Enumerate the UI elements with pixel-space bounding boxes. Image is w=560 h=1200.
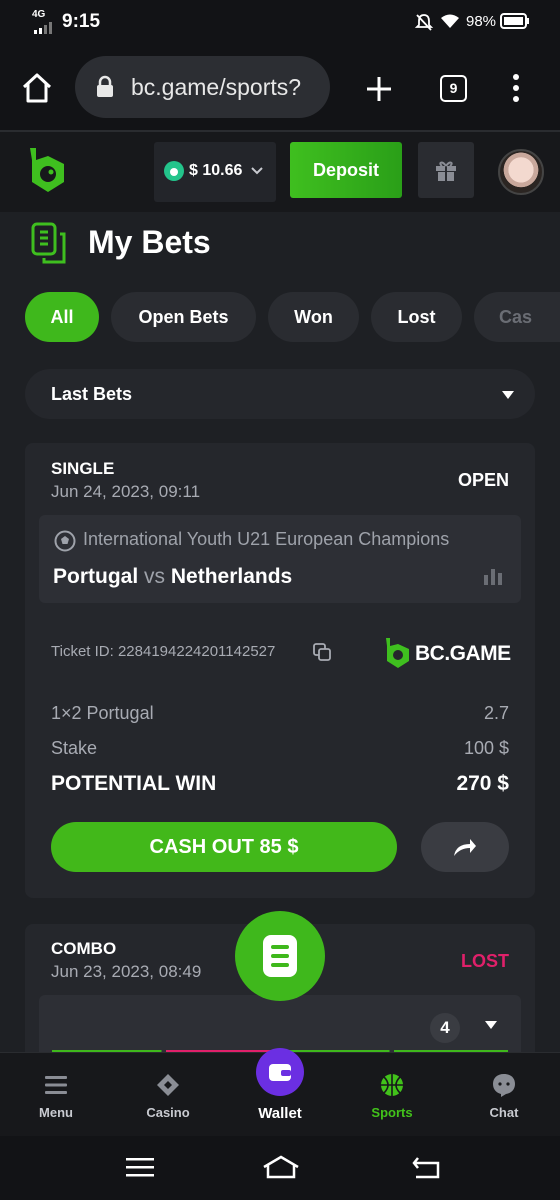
filter-cashout[interactable]: Cas [474,292,560,342]
system-navigation-bar [0,1136,560,1200]
battery-percent: 98% [466,13,497,30]
odds: 2.7 [483,703,509,723]
selection: 1×2 Portugal [51,703,154,723]
copy-icon[interactable] [312,642,332,662]
gift-icon [436,161,456,181]
deposit-button[interactable]: Deposit [290,142,402,198]
system-home-icon[interactable] [262,1154,300,1180]
menu-icon [45,1076,67,1094]
lock-icon [97,75,113,97]
versus-label: vs [144,565,171,588]
nav-casino[interactable]: Casino [112,1053,224,1137]
event-box[interactable]: International Youth U21 European Champio… [39,515,521,603]
battery-icon [500,13,529,29]
clock: 9:15 [62,11,101,32]
nav-wallet-label: Wallet [258,1105,302,1122]
wallet-icon [269,1064,291,1081]
status-bar: 4G 9:15 98% [0,0,560,44]
bet-type: COMBO [51,939,117,958]
legs-count-badge: 4 [430,1013,460,1043]
soccer-ball-icon [54,530,76,552]
home-icon[interactable] [20,71,54,105]
filter-all[interactable]: All [25,292,99,342]
user-avatar[interactable] [498,149,544,195]
app-header: $ 10.66 Deposit [0,132,560,212]
bet-date: Jun 23, 2023, 08:49 [51,962,202,981]
away-team: Netherlands [170,565,293,588]
stake-amount: 100 $ [463,738,509,758]
nav-menu-label: Menu [39,1105,73,1120]
bc-game-logo[interactable] [26,146,68,194]
bet-status: OPEN [457,470,509,490]
stake-label: Stake [51,738,98,758]
nav-chat-label: Chat [489,1105,519,1120]
tab-switcher-button[interactable]: 9 [440,75,467,102]
bet-status: LOST [461,951,509,971]
coin-icon [164,161,184,181]
signal-icon [34,22,52,34]
nav-sports-label: Sports [371,1105,413,1120]
share-arrow-icon [454,839,476,856]
wifi-icon [441,14,459,28]
new-tab-icon[interactable] [364,74,394,104]
more-menu-icon[interactable] [508,72,524,104]
bet-card: SINGLE Jun 24, 2023, 09:11 OPEN Internat… [25,443,535,898]
recent-apps-icon[interactable] [126,1156,154,1178]
nav-sports[interactable]: Sports [336,1053,448,1137]
sports-ball-icon [381,1074,403,1096]
bet-slip-button[interactable] [235,911,325,1001]
balance-selector[interactable]: $ 10.66 [154,142,276,202]
potential-win-amount: 270 $ [456,772,509,795]
browser-toolbar: bc.game/sports? 9 [0,44,560,132]
screen: { "status_bar": { "time": "9:15", "netwo… [0,0,560,1200]
bc-game-brand-icon [386,638,409,668]
bet-type: SINGLE [51,459,115,478]
match-teams: Portugal vs Netherlands [53,565,292,589]
wallet-button[interactable] [256,1048,304,1096]
address-bar[interactable]: bc.game/sports? [75,56,330,118]
filter-lost[interactable]: Lost [371,292,462,342]
page-title: My Bets [88,224,211,260]
filter-won[interactable]: Won [268,292,359,342]
sort-dropdown[interactable]: Last Bets [25,369,535,419]
network-indicator: 4G [32,9,46,20]
balance-amount: $ 10.66 [189,162,243,179]
filter-open-bets[interactable]: Open Bets [111,292,256,342]
back-icon[interactable] [412,1154,442,1180]
bet-slip-icon [263,935,297,977]
caret-down-icon [502,391,514,399]
nav-casino-label: Casino [146,1105,190,1120]
sort-selected: Last Bets [51,384,133,404]
home-team: Portugal [53,565,139,588]
brand-name: BC.GAME [415,642,511,665]
bets-list-icon [31,222,66,264]
chevron-down-icon [251,167,263,175]
mute-bell-icon [414,14,434,31]
url-text: bc.game/sports? [131,74,302,100]
league-name: International Youth U21 European Champio… [83,529,450,549]
caret-down-icon[interactable] [484,1020,498,1030]
share-button[interactable] [421,822,509,872]
nav-menu[interactable]: Menu [0,1053,112,1137]
chat-bubble-icon [493,1074,515,1097]
rewards-button[interactable] [418,142,474,198]
stats-icon[interactable] [483,567,503,585]
casino-card-icon [157,1074,179,1096]
ticket-id: Ticket ID: 2284194224201142527 [51,643,276,660]
bet-date: Jun 24, 2023, 09:11 [51,482,201,501]
cash-out-button[interactable]: CASH OUT 85 $ [51,822,397,872]
nav-chat[interactable]: Chat [448,1053,560,1137]
potential-win-label: POTENTIAL WIN [51,772,217,795]
